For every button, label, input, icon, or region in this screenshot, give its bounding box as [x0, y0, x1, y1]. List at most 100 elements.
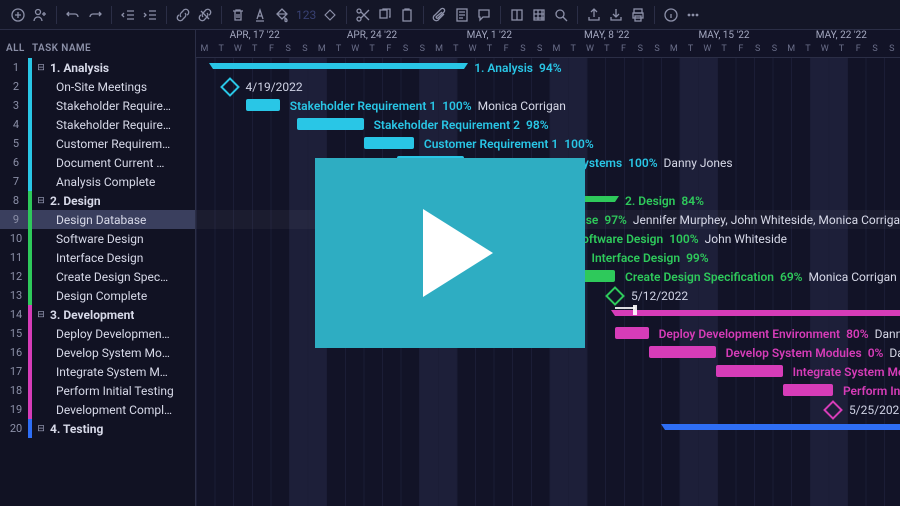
timeline-day-label: M: [783, 44, 800, 58]
task-bar[interactable]: [246, 99, 280, 111]
attachment-icon[interactable]: [430, 5, 450, 25]
app-root: 123 ALL TASK NAME 1⊟1. Analysis2On-Site …: [0, 0, 900, 506]
milestone-icon[interactable]: [320, 5, 340, 25]
paste-icon[interactable]: [397, 5, 417, 25]
row-task-name: Stakeholder Require…: [56, 99, 171, 113]
task-row[interactable]: 6Document Current …: [0, 153, 195, 172]
task-row[interactable]: 20⊟4. Testing: [0, 419, 195, 438]
export-icon[interactable]: [584, 5, 604, 25]
task-row[interactable]: 17Integrate System M…: [0, 362, 195, 381]
task-row[interactable]: 7Analysis Complete: [0, 172, 195, 191]
bar-assignee: Danny Jones: [875, 327, 900, 341]
add-circle-icon[interactable]: [8, 5, 28, 25]
task-bar[interactable]: [615, 327, 649, 339]
timeline-day-label: T: [447, 44, 464, 58]
task-row[interactable]: 13Design Complete: [0, 286, 195, 305]
row-number: 7: [4, 175, 28, 188]
copy-icon[interactable]: [375, 5, 395, 25]
row-color-bar: [28, 229, 32, 248]
task-bar[interactable]: [582, 270, 616, 282]
bar-task-name: Develop System Modules: [726, 346, 862, 360]
task-row[interactable]: 16Develop System Mo…: [0, 343, 195, 362]
task-bar[interactable]: [649, 346, 716, 358]
comment-icon[interactable]: [474, 5, 494, 25]
task-row[interactable]: 12Create Design Spec…: [0, 267, 195, 286]
task-row[interactable]: 19Development Compl…: [0, 400, 195, 419]
row-task-name: 4. Testing: [50, 422, 103, 436]
task-bar[interactable]: [531, 251, 581, 263]
task-bar[interactable]: [297, 118, 364, 130]
more-icon[interactable]: [683, 5, 703, 25]
bar-percent: 99%: [686, 251, 709, 265]
task-bar[interactable]: [464, 232, 565, 244]
summary-bar[interactable]: [464, 196, 615, 202]
note-icon[interactable]: [452, 5, 472, 25]
link-icon[interactable]: [173, 5, 193, 25]
task-bar[interactable]: [464, 213, 498, 225]
task-row[interactable]: 3Stakeholder Require…: [0, 96, 195, 115]
cut-icon[interactable]: [353, 5, 373, 25]
bar-assignee: John Whiteside: [705, 232, 787, 246]
collapse-icon[interactable]: ⊟: [36, 63, 46, 73]
toolbar-number-hint: 123: [294, 8, 318, 22]
indent-icon[interactable]: [140, 5, 160, 25]
row-color-bar: [28, 381, 32, 400]
outdent-icon[interactable]: [118, 5, 138, 25]
timeline-day-label: T: [682, 44, 699, 58]
task-row[interactable]: 4Stakeholder Require…: [0, 115, 195, 134]
bar-percent: 100%: [628, 156, 657, 170]
format-text-icon[interactable]: [250, 5, 270, 25]
task-bar[interactable]: [364, 137, 414, 149]
milestone-label: 4/19/2022: [246, 80, 303, 94]
task-bar[interactable]: [783, 384, 833, 396]
delete-icon[interactable]: [228, 5, 248, 25]
task-bar[interactable]: [397, 156, 464, 168]
task-row[interactable]: 14⊟3. Development: [0, 305, 195, 324]
timeline-day-label: M: [548, 44, 565, 58]
task-row[interactable]: 18Perform Initial Testing: [0, 381, 195, 400]
timeline-day-label: T: [330, 44, 347, 58]
task-row[interactable]: 8⊟2. Design: [0, 191, 195, 210]
header-task-name[interactable]: TASK NAME: [32, 43, 189, 54]
undo-icon[interactable]: [63, 5, 83, 25]
paint-icon[interactable]: [272, 5, 292, 25]
row-color-bar: [28, 77, 32, 96]
bar-label: Integrate System Modules0%: [793, 362, 900, 381]
row-color-bar: [28, 248, 32, 267]
bar-assignee: Monica Corrigan: [478, 99, 566, 113]
add-user-icon[interactable]: [30, 5, 50, 25]
task-row[interactable]: 1⊟1. Analysis: [0, 58, 195, 77]
header-all[interactable]: ALL: [6, 43, 32, 54]
row-task-name: Create Design Spec…: [56, 270, 168, 284]
toolbar-separator: [500, 6, 501, 24]
row-color-bar: [28, 134, 32, 153]
row-task-name: Integrate System M…: [56, 365, 168, 379]
timeline-week-label: APR, 24 '22: [313, 30, 430, 44]
columns-icon[interactable]: [507, 5, 527, 25]
summary-bar[interactable]: [615, 310, 900, 316]
collapse-icon[interactable]: ⊟: [36, 196, 46, 206]
info-icon[interactable]: [661, 5, 681, 25]
print-icon[interactable]: [628, 5, 648, 25]
grid-icon[interactable]: [529, 5, 549, 25]
task-row[interactable]: 15Deploy Developmen…: [0, 324, 195, 343]
task-row[interactable]: 5Customer Requirem…: [0, 134, 195, 153]
bar-label: Customer Requirement 1100%: [424, 134, 594, 153]
task-row[interactable]: 9Design Database: [0, 210, 195, 229]
summary-bar[interactable]: [665, 424, 900, 430]
summary-bar[interactable]: [213, 63, 464, 69]
import-icon[interactable]: [606, 5, 626, 25]
unlink-icon[interactable]: [195, 5, 215, 25]
collapse-icon[interactable]: ⊟: [36, 310, 46, 320]
task-row[interactable]: 10Software Design: [0, 229, 195, 248]
gantt-body: 1. Analysis94%4/19/2022Stakeholder Requi…: [196, 58, 900, 506]
row-task-name: Software Design: [56, 232, 144, 246]
row-number: 19: [4, 403, 28, 416]
task-bar[interactable]: [716, 365, 783, 377]
task-row[interactable]: 11Interface Design: [0, 248, 195, 267]
collapse-icon[interactable]: ⊟: [36, 424, 46, 434]
toolbar-separator: [577, 6, 578, 24]
redo-icon[interactable]: [85, 5, 105, 25]
task-row[interactable]: 2On-Site Meetings: [0, 77, 195, 96]
zoom-icon[interactable]: [551, 5, 571, 25]
